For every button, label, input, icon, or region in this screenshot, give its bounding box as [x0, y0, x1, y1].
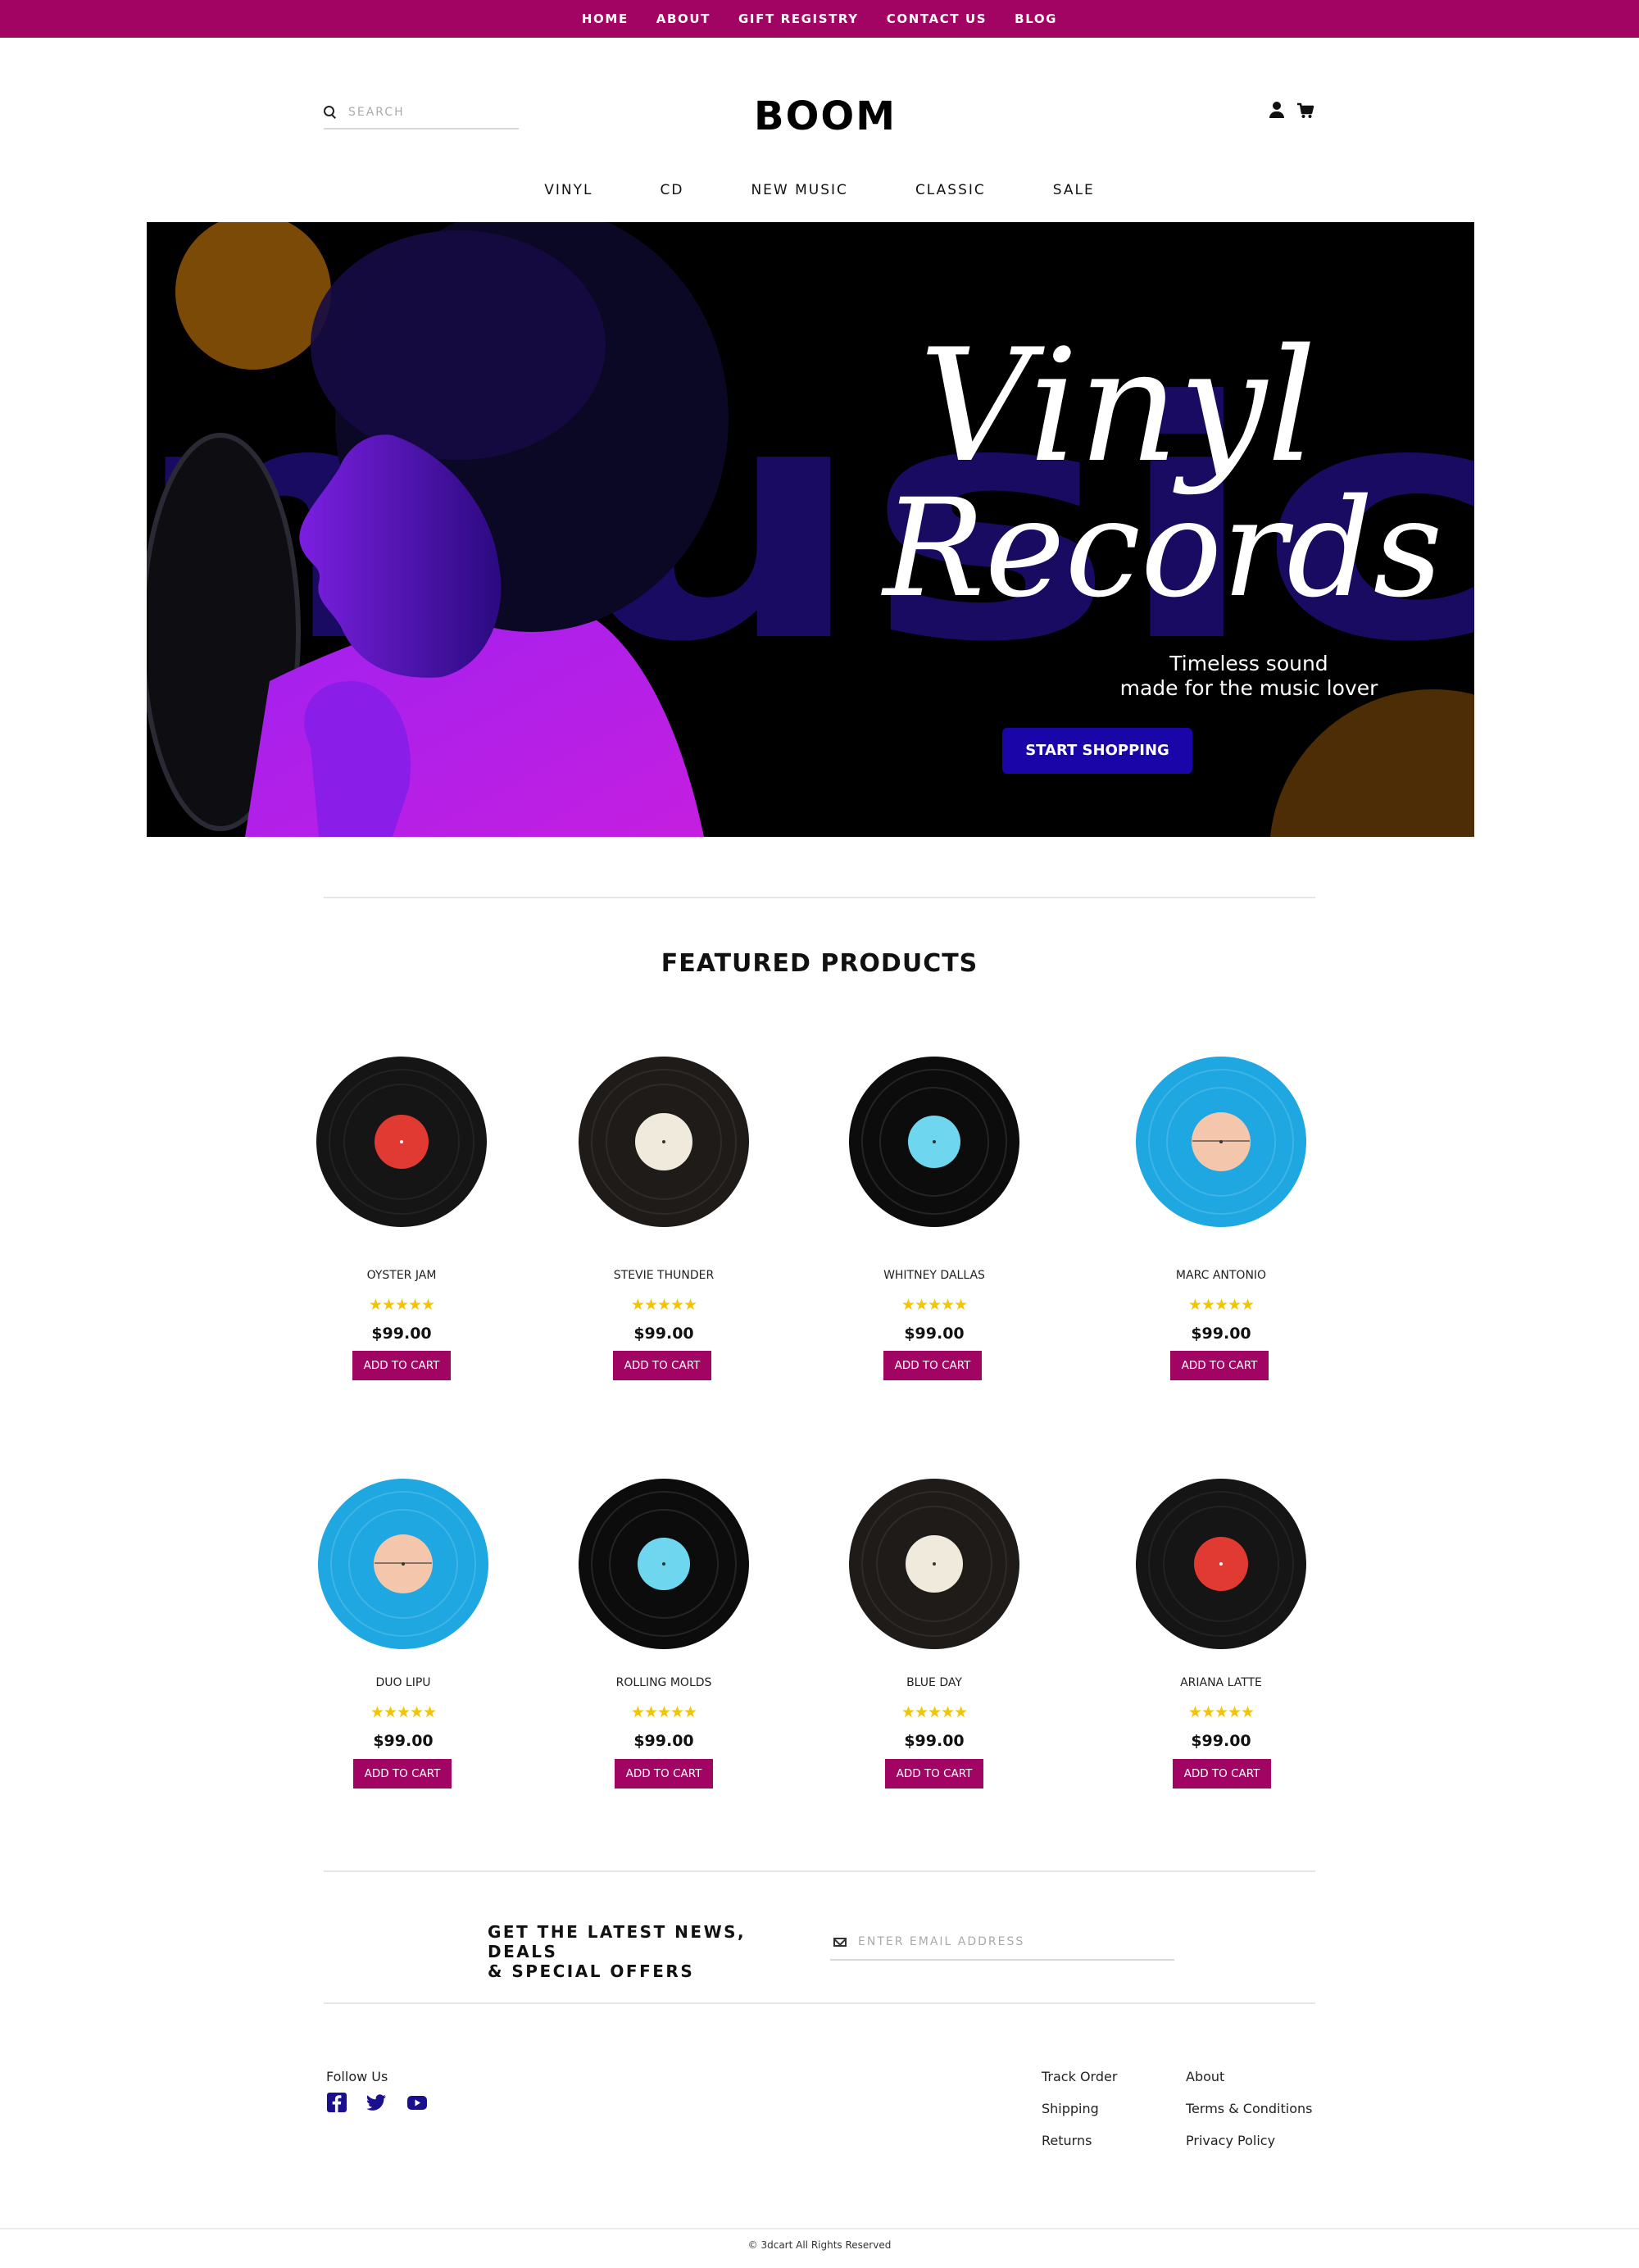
add-to-cart-button[interactable]: ADD TO CART	[883, 1351, 982, 1380]
section-divider	[324, 897, 1315, 898]
nav-sale-link[interactable]: SALE	[1053, 182, 1095, 198]
product-price: $99.00	[904, 1325, 965, 1343]
product-name[interactable]: WHITNEY DALLAS	[836, 1269, 1033, 1282]
product-rating-stars: ★★★★★	[901, 1704, 968, 1721]
footer-terms-link[interactable]: Terms & Conditions	[1186, 2101, 1312, 2116]
product-name[interactable]: MARC ANTONIO	[1123, 1269, 1319, 1282]
add-to-cart-button[interactable]: ADD TO CART	[1173, 1759, 1271, 1788]
search-icon[interactable]	[324, 106, 337, 119]
add-to-cart-button[interactable]: ADD TO CART	[885, 1759, 983, 1788]
topnav-home-link[interactable]: HOME	[582, 11, 629, 26]
product-name[interactable]: OYSTER JAM	[303, 1269, 500, 1282]
main-category-nav: VINYL CD NEW MUSIC CLASSIC SALE	[0, 182, 1639, 198]
youtube-icon[interactable]	[406, 2092, 428, 2113]
cart-icon[interactable]	[1296, 102, 1314, 120]
featured-products-title: FEATURED PRODUCTS	[661, 949, 978, 978]
product-price: $99.00	[1191, 1325, 1251, 1343]
follow-us-label: Follow Us	[326, 2069, 388, 2084]
product-price: $99.00	[633, 1325, 694, 1343]
product-card[interactable]: MARC ANTONIO ★★★★★ $99.00 ADD TO CART	[1123, 1056, 1319, 1380]
newsletter-title-line1: GET THE LATEST NEWS, DEALS	[488, 1922, 747, 1961]
product-price: $99.00	[633, 1732, 694, 1750]
vinyl-record-image[interactable]	[1135, 1478, 1307, 1650]
product-name[interactable]: ROLLING MOLDS	[565, 1676, 762, 1689]
hero-artwork: music Vinyl Records	[147, 222, 1474, 837]
topnav-blog-link[interactable]: BLOG	[1015, 11, 1057, 26]
newsletter-title: GET THE LATEST NEWS, DEALS & SPECIAL OFF…	[488, 1922, 799, 1981]
footer-shipping-link[interactable]: Shipping	[1042, 2101, 1099, 2116]
footer-returns-link[interactable]: Returns	[1042, 2133, 1092, 2148]
hero-subtitle: Timeless sound made for the music lover	[1011, 652, 1474, 701]
product-price: $99.00	[1191, 1732, 1251, 1750]
product-card[interactable]: ROLLING MOLDS ★★★★★ $99.00 ADD TO CART	[565, 1478, 762, 1788]
product-card[interactable]: ARIANA LATTE ★★★★★ $99.00 ADD TO CART	[1123, 1478, 1319, 1788]
topnav-contact-link[interactable]: CONTACT US	[887, 11, 987, 26]
product-card[interactable]: WHITNEY DALLAS ★★★★★ $99.00 ADD TO CART	[836, 1056, 1033, 1380]
vinyl-record-image[interactable]	[848, 1478, 1020, 1650]
search-input[interactable]	[348, 106, 504, 119]
product-card[interactable]: STEVIE THUNDER ★★★★★ $99.00 ADD TO CART	[565, 1056, 762, 1380]
section-divider	[324, 1870, 1315, 1872]
product-card[interactable]: OYSTER JAM ★★★★★ $99.00 ADD TO CART	[303, 1056, 500, 1380]
envelope-icon	[833, 1937, 847, 1947]
product-rating-stars: ★★★★★	[370, 1704, 437, 1721]
hero-subtitle-line2: made for the music lover	[1119, 676, 1378, 700]
product-name[interactable]: STEVIE THUNDER	[565, 1269, 762, 1282]
vinyl-record-image[interactable]	[317, 1478, 489, 1650]
nav-vinyl-link[interactable]: VINYL	[544, 182, 592, 198]
footer-track-order-link[interactable]: Track Order	[1042, 2069, 1117, 2084]
copyright-text: © 3dcart All Rights Reserved	[747, 2239, 892, 2251]
start-shopping-button[interactable]: START SHOPPING	[1002, 728, 1192, 774]
product-rating-stars: ★★★★★	[1187, 1704, 1255, 1721]
section-divider	[324, 2002, 1315, 2004]
footer-divider	[0, 2228, 1639, 2229]
add-to-cart-button[interactable]: ADD TO CART	[615, 1759, 713, 1788]
add-to-cart-button[interactable]: ADD TO CART	[353, 1759, 452, 1788]
email-input[interactable]	[858, 1935, 1169, 1948]
add-to-cart-button[interactable]: ADD TO CART	[613, 1351, 711, 1380]
topnav-gift-registry-link[interactable]: GIFT REGISTRY	[738, 11, 859, 26]
site-logo[interactable]: BOOM	[754, 92, 897, 141]
newsletter-title-line2: & SPECIAL OFFERS	[488, 1961, 695, 1981]
vinyl-record-image[interactable]	[316, 1056, 488, 1228]
product-name[interactable]: BLUE DAY	[836, 1676, 1033, 1689]
user-icon[interactable]	[1269, 102, 1285, 120]
topnav-about-link[interactable]: ABOUT	[656, 11, 711, 26]
vinyl-record-image[interactable]	[848, 1056, 1020, 1228]
footer-privacy-link[interactable]: Privacy Policy	[1186, 2133, 1275, 2148]
vinyl-record-image[interactable]	[578, 1478, 750, 1650]
nav-classic-link[interactable]: CLASSIC	[915, 182, 986, 198]
add-to-cart-button[interactable]: ADD TO CART	[1170, 1351, 1269, 1380]
newsletter-email-field	[830, 1925, 1174, 1961]
footer-about-link[interactable]: About	[1186, 2069, 1224, 2084]
product-price: $99.00	[904, 1732, 965, 1750]
product-rating-stars: ★★★★★	[630, 1297, 697, 1314]
product-name[interactable]: ARIANA LATTE	[1123, 1676, 1319, 1689]
product-price: $99.00	[371, 1325, 432, 1343]
product-name[interactable]: DUO LIPU	[305, 1676, 502, 1689]
hero-subtitle-line1: Timeless sound	[1169, 652, 1328, 675]
vinyl-record-image[interactable]	[578, 1056, 750, 1228]
facebook-icon[interactable]	[326, 2092, 347, 2113]
product-rating-stars: ★★★★★	[368, 1297, 435, 1314]
add-to-cart-button[interactable]: ADD TO CART	[352, 1351, 451, 1380]
search-bar	[324, 97, 519, 130]
top-utility-nav: HOME ABOUT GIFT REGISTRY CONTACT US BLOG	[0, 0, 1639, 38]
product-card[interactable]: BLUE DAY ★★★★★ $99.00 ADD TO CART	[836, 1478, 1033, 1788]
product-rating-stars: ★★★★★	[630, 1704, 697, 1721]
vinyl-record-image[interactable]	[1135, 1056, 1307, 1228]
product-rating-stars: ★★★★★	[901, 1297, 968, 1314]
product-price: $99.00	[373, 1732, 434, 1750]
product-card[interactable]: DUO LIPU ★★★★★ $99.00 ADD TO CART	[305, 1478, 502, 1788]
hero-banner[interactable]: music Vinyl Records Timeless sound made …	[147, 222, 1474, 837]
hero-title-line2: Records	[881, 470, 1443, 627]
twitter-icon[interactable]	[365, 2092, 387, 2113]
nav-cd-link[interactable]: CD	[661, 182, 684, 198]
product-rating-stars: ★★★★★	[1187, 1297, 1255, 1314]
nav-new-music-link[interactable]: NEW MUSIC	[751, 182, 847, 198]
